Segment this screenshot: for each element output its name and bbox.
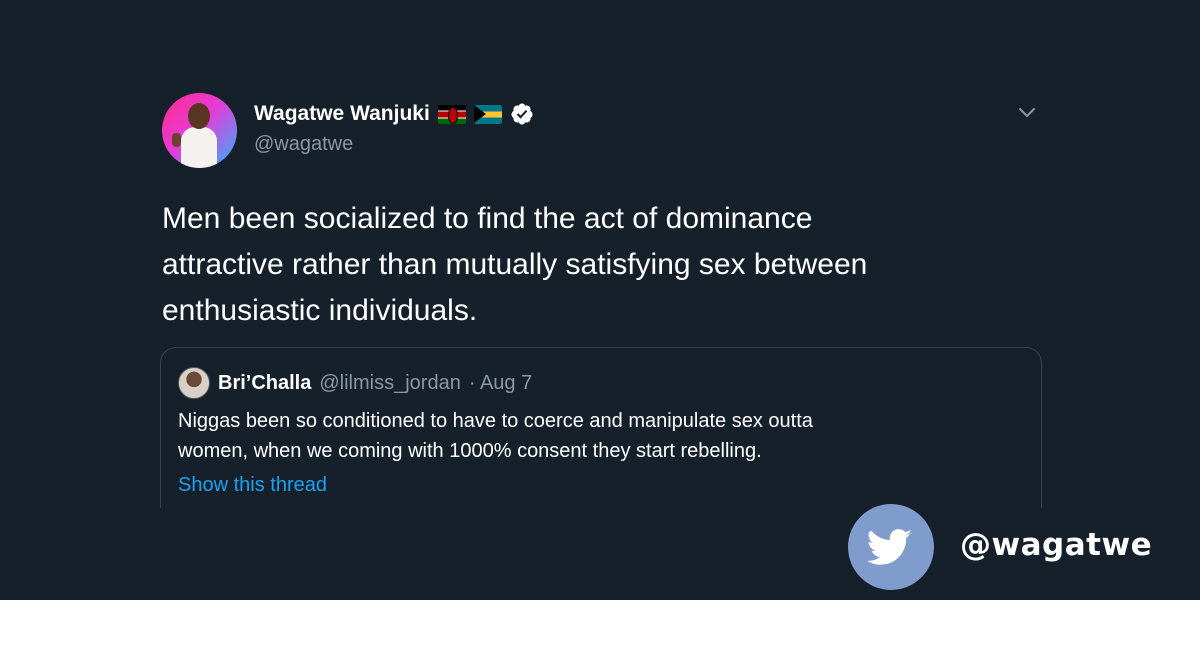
- bahamas-flag-icon: [473, 104, 502, 124]
- quoted-author-name[interactable]: Bri’Challa: [218, 372, 311, 395]
- twitter-badge: [848, 504, 934, 590]
- avatar-figure-hand: [172, 133, 181, 147]
- tweet-text-line: attractive rather than mutually satisfyi…: [162, 248, 868, 281]
- twitter-bird-icon: [868, 529, 913, 565]
- tweet-screenshot: Wagatwe Wanjuki @wagatwe Men been social…: [0, 0, 1200, 600]
- quoted-tweet-card[interactable]: Bri’Challa @lilmiss_jordan · Aug 7 Nigga…: [160, 347, 1042, 508]
- tweet-text-line: Men been socialized to find the act of d…: [162, 202, 813, 235]
- author-display-name[interactable]: Wagatwe Wanjuki: [254, 102, 430, 126]
- show-thread-link[interactable]: Show this thread: [178, 474, 327, 497]
- watermark-handle: @wagatwe: [960, 527, 1153, 563]
- author-avatar[interactable]: [162, 93, 237, 168]
- quoted-tweet-date[interactable]: · Aug 7: [469, 372, 532, 395]
- quoted-tweet-text-line: Niggas been so conditioned to have to co…: [178, 410, 813, 432]
- author-name-row[interactable]: Wagatwe Wanjuki: [254, 102, 534, 126]
- avatar-figure-head: [188, 103, 210, 129]
- quoted-author-handle[interactable]: @lilmiss_jordan: [319, 372, 460, 395]
- chevron-down-icon[interactable]: [1016, 101, 1038, 123]
- kenya-flag-icon: [437, 104, 466, 124]
- quoted-author-avatar[interactable]: [178, 367, 210, 399]
- avatar-figure-body: [181, 127, 217, 168]
- quoted-tweet-text-line: women, when we coming with 1000% consent…: [178, 440, 762, 462]
- tweet-text: Men been socialized to find the act of d…: [162, 196, 1042, 334]
- author-handle[interactable]: @wagatwe: [254, 133, 353, 156]
- quoted-tweet-text: Niggas been so conditioned to have to co…: [178, 406, 1028, 466]
- tweet-text-line: enthusiastic individuals.: [162, 294, 478, 327]
- verified-badge-icon: [511, 103, 533, 125]
- quoted-tweet-header: Bri’Challa @lilmiss_jordan · Aug 7: [178, 367, 532, 399]
